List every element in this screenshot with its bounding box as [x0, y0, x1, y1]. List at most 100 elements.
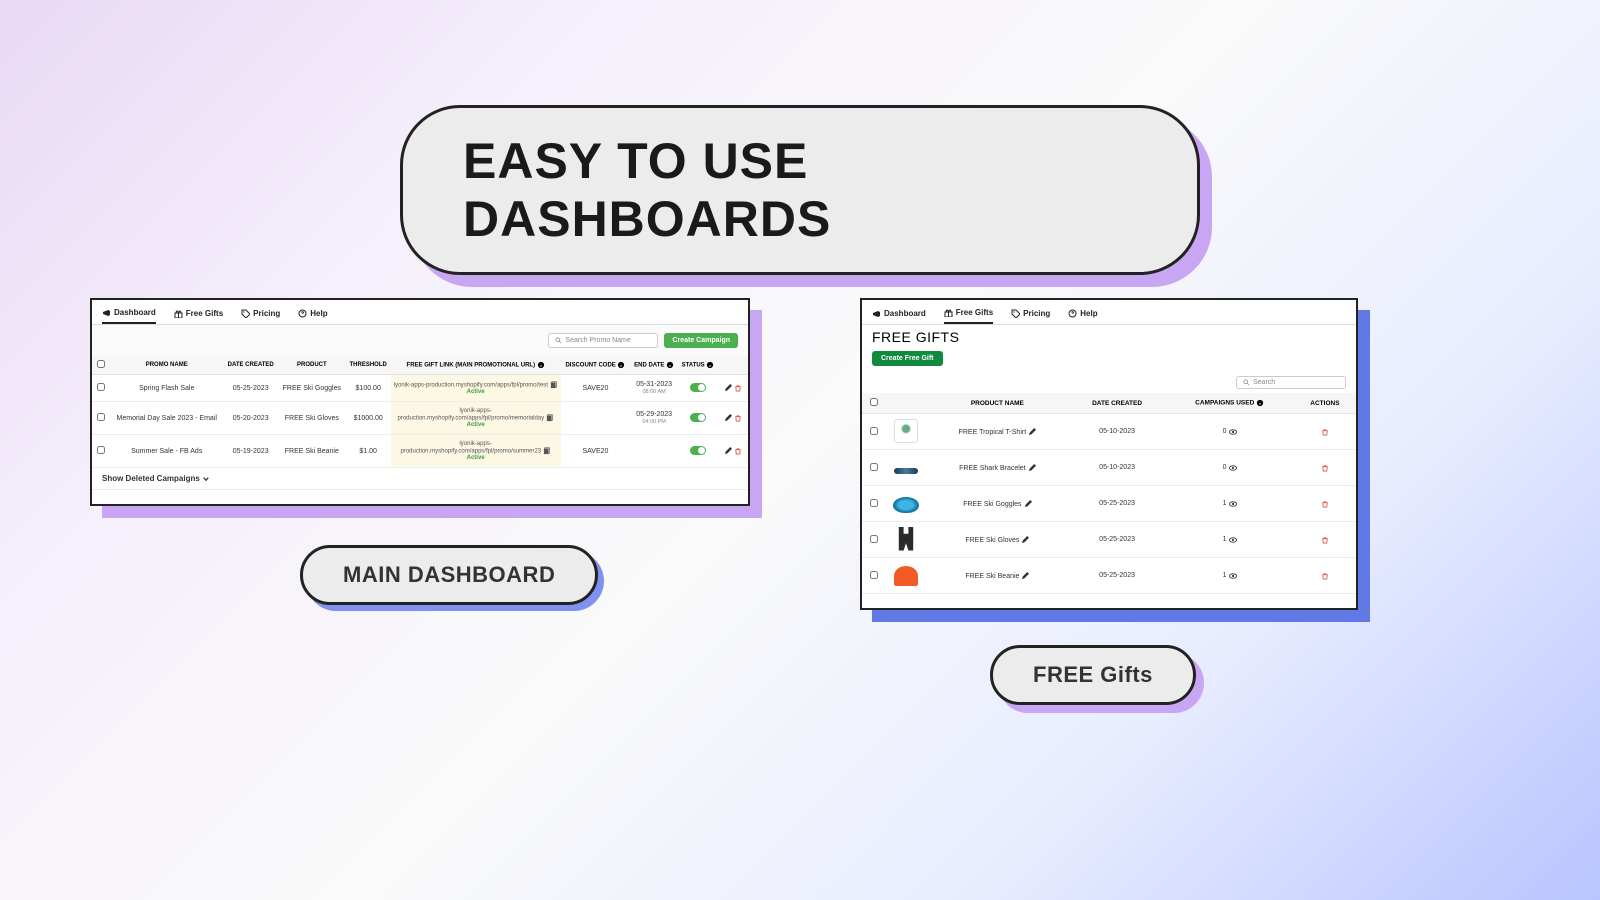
pencil-icon[interactable] [724, 414, 732, 422]
cell-status [678, 402, 718, 435]
select-all-checkbox[interactable] [97, 360, 105, 368]
cell-product: FREE Ski Goggles [278, 375, 346, 402]
cell-threshold: $100.00 [346, 375, 391, 402]
col-campaigns-used: CAMPAIGNS USED [1165, 393, 1293, 414]
col-status: STATUS [678, 356, 718, 375]
cell-end-date: 05-29-202304:00 PM [630, 402, 678, 435]
hero-title: EASY TO USE DASHBOARDS [400, 105, 1200, 275]
cell-used: 1 [1165, 522, 1293, 558]
eye-icon[interactable] [1229, 464, 1237, 472]
nav-dashboard-label: Dashboard [114, 308, 156, 317]
select-all-checkbox[interactable] [870, 398, 878, 406]
copy-icon[interactable] [550, 381, 558, 389]
row-checkbox[interactable] [870, 499, 878, 507]
copy-icon[interactable] [546, 414, 554, 422]
search-icon [555, 337, 562, 344]
trash-icon[interactable] [734, 384, 742, 392]
nav-dashboard[interactable]: Dashboard [102, 305, 156, 324]
nav-help[interactable]: Help [1068, 305, 1097, 324]
trash-icon[interactable] [1321, 464, 1329, 472]
cell-discount [561, 402, 631, 435]
create-campaign-button[interactable]: Create Campaign [664, 333, 738, 348]
trash-icon[interactable] [1321, 428, 1329, 436]
nav-pricing[interactable]: Pricing [1011, 305, 1050, 324]
pencil-icon[interactable] [1028, 464, 1036, 472]
pencil-icon[interactable] [724, 384, 732, 392]
nav-help-label: Help [310, 309, 327, 318]
cell-thumbnail [886, 486, 926, 522]
pencil-icon[interactable] [1028, 428, 1036, 436]
pencil-icon[interactable] [1021, 536, 1029, 544]
cell-product-name: FREE Shark Bracelet [926, 450, 1069, 486]
trash-icon[interactable] [1321, 572, 1329, 580]
cell-thumbnail [886, 450, 926, 486]
status-toggle[interactable] [690, 413, 706, 422]
trash-icon[interactable] [734, 447, 742, 455]
col-date-created: DATE CREATED [223, 356, 277, 375]
megaphone-icon [872, 309, 881, 318]
nav-dashboard[interactable]: Dashboard [872, 305, 926, 324]
cell-used: 1 [1165, 558, 1293, 594]
pencil-icon[interactable] [1024, 500, 1032, 508]
cell-product-name: FREE Tropical T-Shirt [926, 414, 1069, 450]
product-thumbnail [894, 419, 918, 443]
nav-free-gifts[interactable]: Free Gifts [944, 305, 993, 324]
search-input[interactable]: Search [1236, 376, 1346, 389]
eye-icon[interactable] [1229, 500, 1237, 508]
trash-icon[interactable] [734, 414, 742, 422]
cell-thumbnail [886, 522, 926, 558]
cell-link: lyonik-apps-production.myshopify.com/app… [391, 402, 561, 435]
cell-link: lyonik-apps-production.myshopify.com/app… [391, 435, 561, 468]
pencil-icon[interactable] [1021, 572, 1029, 580]
cell-product: FREE Ski Gloves [278, 402, 346, 435]
pencil-icon[interactable] [724, 447, 732, 455]
trash-icon[interactable] [1321, 500, 1329, 508]
col-product: PRODUCT [278, 356, 346, 375]
eye-icon[interactable] [1229, 572, 1237, 580]
nav-pricing[interactable]: Pricing [241, 305, 280, 324]
info-icon [706, 361, 714, 369]
row-checkbox[interactable] [870, 427, 878, 435]
cell-end-date [630, 435, 678, 468]
row-checkbox[interactable] [870, 571, 878, 579]
cell-date: 05-25-2023 [1069, 522, 1166, 558]
cell-product-name: FREE Ski Goggles [926, 486, 1069, 522]
row-checkbox[interactable] [870, 463, 878, 471]
status-toggle[interactable] [690, 446, 706, 455]
cell-link: lyonik-apps-production.myshopify.com/app… [391, 375, 561, 402]
page-title: FREE GIFTS [862, 325, 1356, 347]
row-checkbox[interactable] [97, 446, 105, 454]
cell-thumbnail [886, 414, 926, 450]
free-gifts-label: FREE Gifts [990, 645, 1196, 705]
nav-bar: Dashboard Free Gifts Pricing Help [862, 300, 1356, 325]
row-checkbox[interactable] [97, 383, 105, 391]
nav-free-gifts[interactable]: Free Gifts [174, 305, 223, 324]
cell-discount: SAVE20 [561, 435, 631, 468]
col-threshold: THRESHOLD [346, 356, 391, 375]
status-toggle[interactable] [690, 383, 706, 392]
eye-icon[interactable] [1229, 428, 1237, 436]
toolbar: Search Promo Name Create Campaign [92, 325, 748, 356]
copy-icon[interactable] [543, 447, 551, 455]
show-deleted-toggle[interactable]: Show Deleted Campaigns [92, 468, 748, 490]
cell-status [678, 435, 718, 468]
row-checkbox[interactable] [97, 413, 105, 421]
chevron-down-icon [202, 475, 210, 483]
table-row: Memorial Day Sale 2023 - Email05-20-2023… [92, 402, 748, 435]
trash-icon[interactable] [1321, 536, 1329, 544]
col-link: FREE GIFT LINK (MAIN PROMOTIONAL URL) [391, 356, 561, 375]
cell-thumbnail [886, 558, 926, 594]
search-input[interactable]: Search Promo Name [548, 333, 658, 348]
row-checkbox[interactable] [870, 535, 878, 543]
eye-icon[interactable] [1229, 536, 1237, 544]
info-icon [666, 361, 674, 369]
create-free-gift-button[interactable]: Create Free Gift [872, 351, 943, 366]
table-row: FREE Tropical T-Shirt 05-10-20230 [862, 414, 1356, 450]
nav-help[interactable]: Help [298, 305, 327, 324]
help-icon [298, 309, 307, 318]
cell-product-name: FREE Ski Gloves [926, 522, 1069, 558]
table-row: FREE Ski Beanie 05-25-20231 [862, 558, 1356, 594]
cell-end-date: 05-31-202308:00 AM [630, 375, 678, 402]
table-row: Spring Flash Sale05-25-2023FREE Ski Gogg… [92, 375, 748, 402]
nav-dashboard-label: Dashboard [884, 309, 926, 318]
